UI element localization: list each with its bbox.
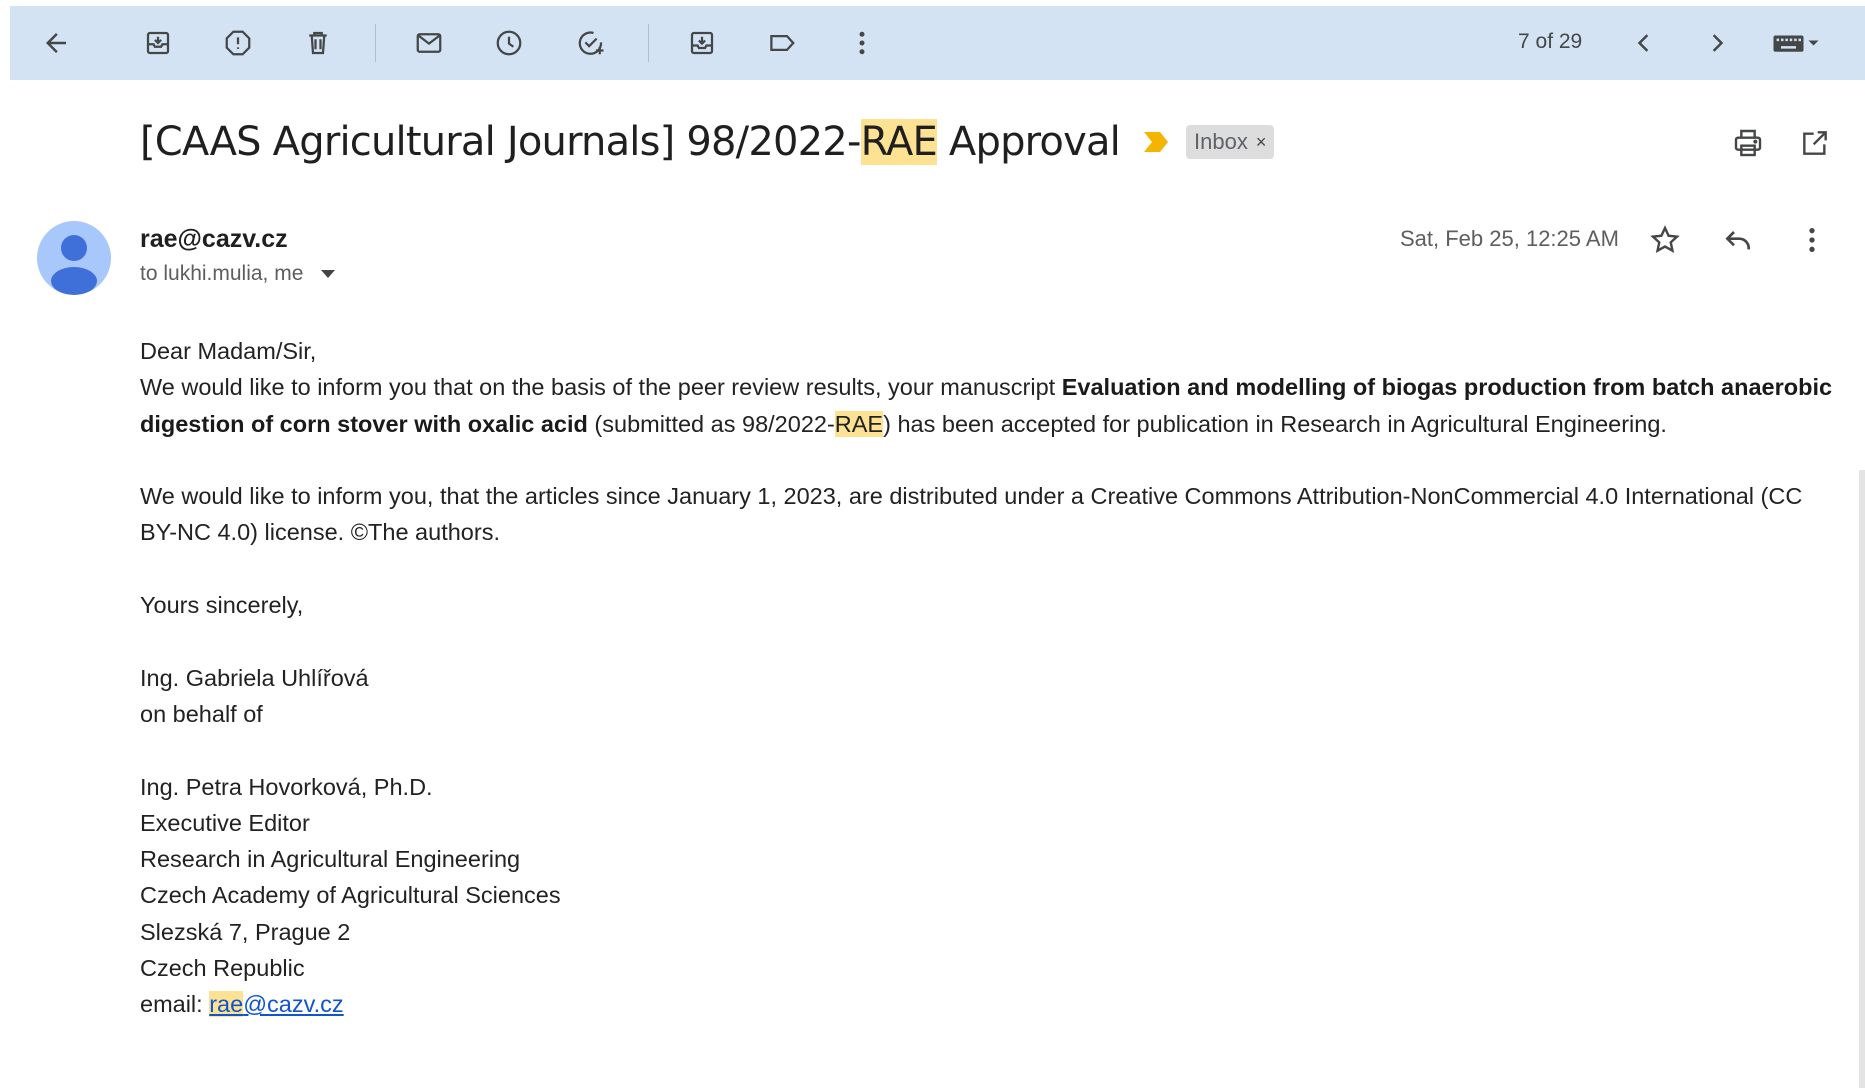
body-paragraph-1: We would like to inform you that on the … xyxy=(140,374,1833,437)
more-vert-icon[interactable] xyxy=(838,20,886,66)
open-in-new-window-icon[interactable] xyxy=(1795,123,1835,163)
search-highlight: RAE xyxy=(860,119,938,165)
signature-line: Ing. Petra Hovorková, Ph.D. xyxy=(140,773,433,800)
email-link[interactable]: rae xyxy=(209,991,244,1018)
subject-row: [CAAS Agricultural Journals] 98/2022- RAE… xyxy=(140,112,1275,172)
greeting: Dear Madam/Sir, xyxy=(140,338,317,364)
signature-line: Czech Academy of Agricultural Sciences xyxy=(140,882,561,909)
recipients: to lukhi.mulia, me xyxy=(140,262,336,286)
star-icon[interactable] xyxy=(1645,220,1685,260)
print-icon[interactable] xyxy=(1728,123,1768,163)
signature-line: Research in Agricultural Engineering xyxy=(140,846,521,873)
prev-icon[interactable] xyxy=(1620,20,1668,66)
archive-icon[interactable] xyxy=(134,20,182,66)
keyboard-icon[interactable] xyxy=(1766,20,1826,66)
message-more-icon[interactable] xyxy=(1792,220,1832,260)
signature-line: Slezská 7, Prague 2 xyxy=(140,918,351,945)
signature-email: email: rae@cazv.cz xyxy=(140,991,344,1018)
signature-line: Czech Republic xyxy=(140,955,305,982)
mark-unread-icon[interactable] xyxy=(405,20,453,66)
delete-icon[interactable] xyxy=(294,20,342,66)
avatar[interactable] xyxy=(37,221,111,295)
signature-line: on behalf of xyxy=(140,700,263,727)
report-spam-icon[interactable] xyxy=(214,20,262,66)
signature-line: Ing. Gabriela Uhlířová xyxy=(140,664,369,691)
next-icon[interactable] xyxy=(1693,20,1741,66)
important-marker-icon[interactable] xyxy=(1142,130,1170,154)
signature-line: Executive Editor xyxy=(140,809,310,836)
message-toolbar: 7 of 29 xyxy=(10,6,1865,80)
reply-icon[interactable] xyxy=(1718,220,1758,260)
show-details-icon[interactable] xyxy=(321,270,336,278)
snooze-icon[interactable] xyxy=(485,20,533,66)
scrollbar[interactable] xyxy=(1859,470,1865,1088)
move-to-icon[interactable] xyxy=(678,20,726,66)
email-link[interactable]: @cazv.cz xyxy=(243,991,343,1017)
email-subject: [CAAS Agricultural Journals] 98/2022- RAE… xyxy=(140,119,1121,165)
back-arrow-icon[interactable] xyxy=(32,20,80,66)
remove-label-icon[interactable]: × xyxy=(1256,132,1267,153)
search-highlight: RAE xyxy=(834,410,884,437)
pager-count: 7 of 29 xyxy=(1518,30,1583,53)
sender-address[interactable]: rae@cazv.cz xyxy=(140,225,288,254)
body-paragraph-2: We would like to inform you, that the ar… xyxy=(140,483,1803,546)
email-body: Dear Madam/Sir, We would like to inform … xyxy=(140,333,1840,1023)
person-icon xyxy=(51,235,97,295)
add-task-icon[interactable] xyxy=(567,20,615,66)
inbox-label-chip: Inbox × xyxy=(1186,125,1275,159)
label-icon[interactable] xyxy=(758,20,806,66)
email-date: Sat, Feb 25, 12:25 AM xyxy=(1400,226,1619,251)
closing: Yours sincerely, xyxy=(140,592,304,619)
